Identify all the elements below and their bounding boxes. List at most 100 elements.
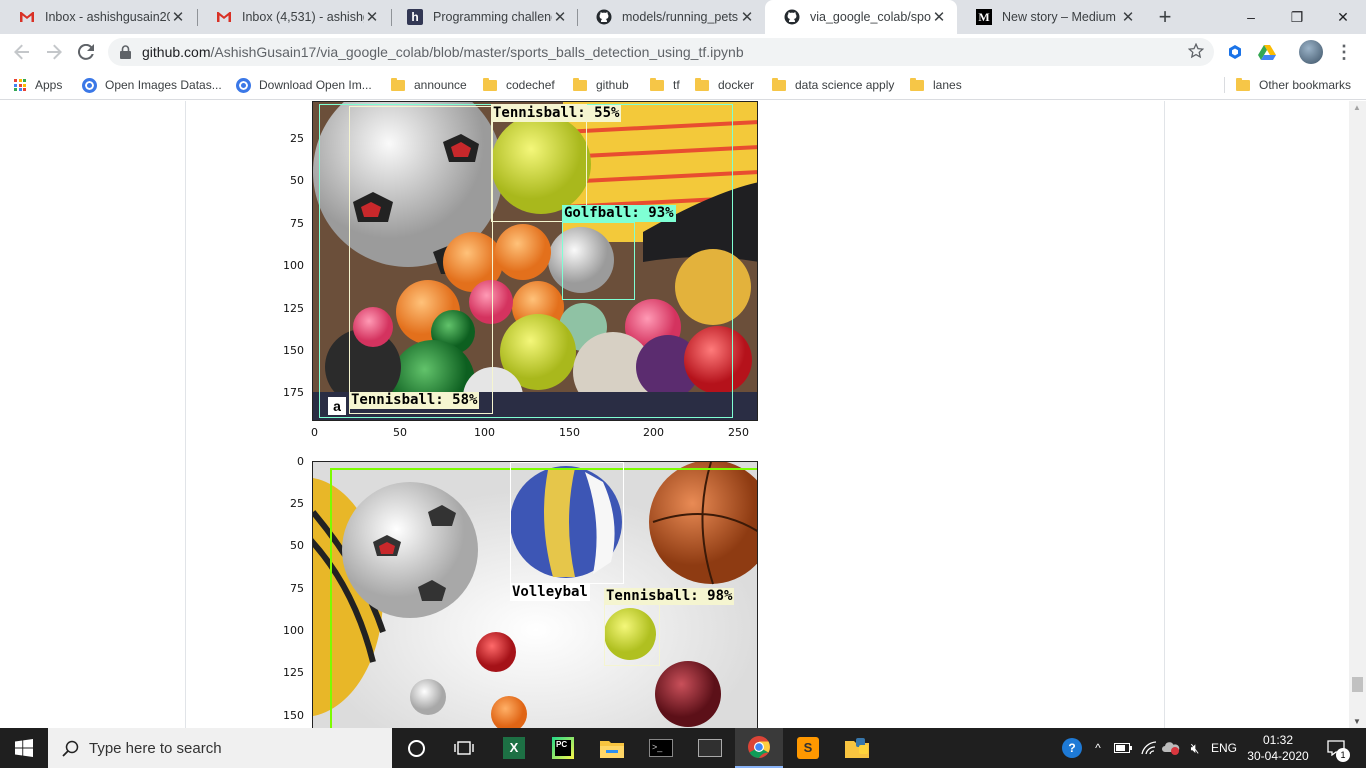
file-explorer-icon[interactable]	[588, 728, 636, 768]
bookmark-label: codechef	[506, 78, 555, 92]
bookmark-label: Other bookmarks	[1259, 78, 1352, 92]
tab-github-via-google-colab[interactable]: via_google_colab/sport ✕	[765, 0, 957, 34]
new-tab-button[interactable]: +	[1147, 0, 1183, 34]
medium-icon: M	[975, 9, 993, 25]
bookmark-codechef[interactable]: codechef	[483, 75, 555, 95]
bookmark-data-science-apply[interactable]: data science apply	[772, 75, 894, 95]
bookmark-star-icon[interactable]	[1187, 42, 1205, 62]
close-tab-icon[interactable]: ✕	[552, 9, 568, 26]
url-text[interactable]: github.com/AshishGusain17/via_google_col…	[142, 44, 744, 60]
page-scrollbar[interactable]: ▲ ▼	[1349, 101, 1366, 728]
chevron-up-icon[interactable]: ^	[1088, 728, 1108, 768]
globe-icon	[82, 77, 97, 93]
reload-button[interactable]	[72, 38, 100, 66]
scroll-up-arrow-icon[interactable]: ▲	[1353, 103, 1361, 112]
browser-toolbar: github.com/AshishGusain17/via_google_col…	[0, 34, 1366, 70]
pycharm-icon[interactable]: PC	[539, 728, 587, 768]
terminal-icon[interactable]	[686, 728, 734, 768]
bookmark-open-images-datas[interactable]: Open Images Datas...	[82, 75, 222, 95]
url-path: /AshishGusain17/via_google_colab/blob/ma…	[210, 44, 744, 60]
back-arrow-icon	[14, 44, 29, 60]
close-tab-icon[interactable]: ✕	[931, 9, 947, 26]
language-indicator[interactable]: ENG	[1208, 728, 1240, 768]
y-tick: 150	[283, 709, 304, 722]
back-button[interactable]	[8, 38, 36, 66]
folder-icon	[391, 77, 405, 91]
excel-icon[interactable]: X	[490, 728, 538, 768]
x-tick: 100	[474, 426, 495, 439]
bookmark-apps[interactable]: Apps	[14, 75, 62, 95]
tab-title: Programming challeng	[433, 10, 552, 24]
windows-logo-icon	[15, 739, 33, 757]
folder-icon	[483, 77, 497, 91]
bookmark-tf[interactable]: tf	[650, 75, 680, 95]
detection-label: Tennisball: 55%	[491, 105, 622, 122]
tab-medium[interactable]: M New story – Medium ✕	[957, 0, 1146, 34]
lock-icon[interactable]	[108, 45, 142, 59]
scroll-down-arrow-icon[interactable]: ▼	[1353, 717, 1361, 726]
chrome-icon[interactable]	[735, 728, 783, 768]
tab-hackerearth[interactable]: h Programming challeng ✕	[388, 0, 578, 34]
folder-icon	[772, 77, 786, 91]
y-tick: 100	[283, 624, 304, 637]
notification-badge: 1	[1336, 748, 1350, 762]
close-tab-icon[interactable]: ✕	[1120, 9, 1136, 26]
close-tab-icon[interactable]: ✕	[739, 9, 755, 26]
detection-image-1: Tennisball: 55% Golfball: 93% Tennisball…	[312, 101, 758, 421]
profile-avatar[interactable]	[1297, 38, 1325, 66]
extension-icon[interactable]	[1221, 38, 1249, 66]
help-icon[interactable]: ?	[1060, 728, 1084, 768]
clock[interactable]: 01:32 30-04-2020	[1244, 728, 1312, 768]
bookmark-label: docker	[718, 78, 755, 92]
y-tick: 25	[290, 132, 304, 145]
bookmark-lanes[interactable]: lanes	[910, 75, 962, 95]
notification-center-icon[interactable]: 1	[1320, 728, 1352, 768]
restore-button[interactable]: ❐	[1274, 0, 1320, 34]
close-window-button[interactable]: ✕	[1320, 0, 1366, 34]
url-domain: github.com	[142, 44, 211, 60]
taskbar-search-box[interactable]: Type here to search	[48, 728, 392, 768]
tab-title: New story – Medium	[1002, 10, 1116, 24]
other-bookmarks[interactable]: Other bookmarks	[1236, 75, 1351, 95]
folder-icon	[1236, 77, 1250, 91]
start-button[interactable]	[0, 728, 48, 768]
task-view-icon[interactable]	[440, 728, 488, 768]
search-placeholder: Type here to search	[89, 739, 222, 757]
x-tick: 50	[393, 426, 407, 439]
battery-icon[interactable]	[1112, 728, 1134, 768]
bookmark-announce[interactable]: announce	[391, 75, 467, 95]
volume-muted-icon[interactable]: 🔇︎	[1184, 728, 1206, 768]
detection-box	[562, 222, 635, 300]
close-tab-icon[interactable]: ✕	[364, 9, 380, 26]
windows-taskbar: Type here to search X PC >_ S ? ^ 🔇︎ ENG…	[0, 728, 1366, 768]
forward-button[interactable]	[40, 38, 68, 66]
bookmark-docker[interactable]: docker	[695, 75, 754, 95]
x-tick: 0	[311, 426, 318, 439]
wifi-icon[interactable]	[1138, 728, 1160, 768]
folder-icon	[695, 77, 709, 91]
bookmark-download-open-im[interactable]: Download Open Im...	[236, 75, 372, 95]
tab-gmail-2[interactable]: Inbox (4,531) - ashishgu ✕	[197, 0, 390, 34]
address-bar[interactable]: github.com/AshishGusain17/via_google_col…	[108, 38, 1214, 66]
minimize-button[interactable]: –	[1228, 0, 1274, 34]
clock-date: 30-04-2020	[1247, 749, 1309, 763]
python-folder-icon[interactable]	[833, 728, 881, 768]
menu-kebab-icon[interactable]: ⋮	[1330, 38, 1358, 66]
bookmark-label: Open Images Datas...	[105, 78, 222, 92]
x-tick: 250	[728, 426, 749, 439]
onedrive-icon[interactable]	[1160, 728, 1182, 768]
github-icon	[783, 9, 801, 25]
sublime-text-icon[interactable]: S	[784, 728, 832, 768]
bookmark-github[interactable]: github	[573, 75, 629, 95]
google-drive-icon[interactable]	[1253, 38, 1281, 66]
scrollbar-thumb[interactable]	[1352, 677, 1363, 692]
detection-label: Tennisball: 58%	[349, 392, 480, 409]
tab-gmail-1[interactable]: Inbox - ashishgusain20 ✕	[0, 0, 196, 34]
bookmark-label: tf	[673, 78, 680, 92]
cortana-icon[interactable]	[392, 728, 440, 768]
terminal-icon[interactable]: >_	[637, 728, 685, 768]
close-tab-icon[interactable]: ✕	[170, 9, 186, 26]
tab-github-running-pets[interactable]: models/running_pets.m ✕	[577, 0, 765, 34]
folder-icon	[573, 77, 587, 91]
bookmark-label: Apps	[35, 78, 63, 92]
